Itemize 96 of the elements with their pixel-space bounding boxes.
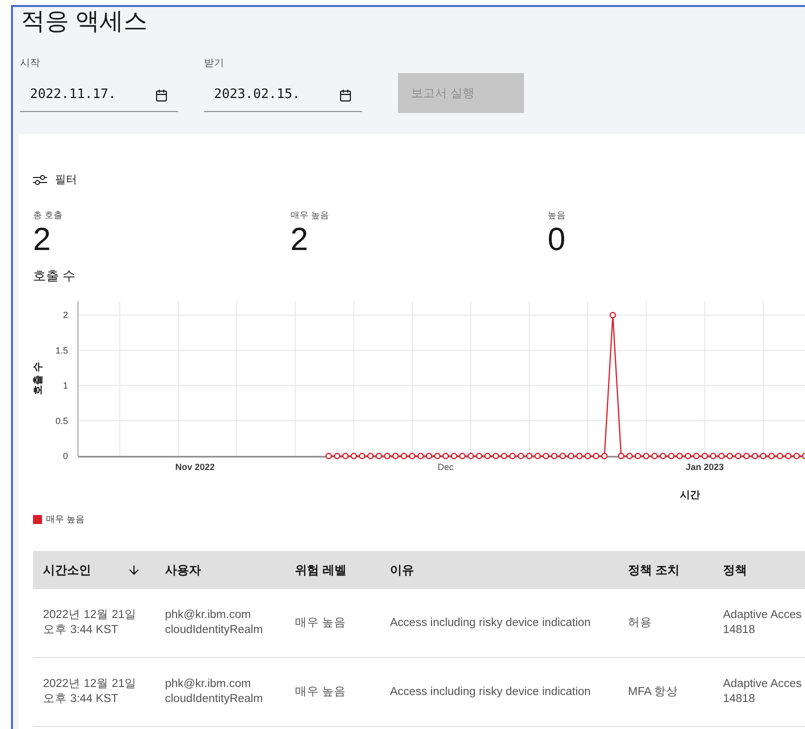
page-title: 적응 액세스 — [20, 7, 148, 36]
data-point — [643, 452, 650, 459]
data-point — [576, 452, 583, 459]
data-point — [559, 452, 566, 459]
date-field[interactable]: 2022.11.17. — [20, 79, 178, 112]
table-cell-text: Access including risky device indication — [389, 684, 592, 700]
column-header[interactable]: 위험 레벨 — [285, 561, 380, 579]
data-point — [660, 452, 666, 459]
data-point — [776, 452, 784, 459]
column-header[interactable]: 정책 — [713, 561, 803, 579]
y-axis-title: 호출 수 — [33, 362, 44, 394]
table-cell-text: 2022년 12월 21일 오후 3:44 KST — [42, 608, 138, 638]
stat-value: 2 — [290, 222, 308, 256]
data-point — [476, 452, 482, 459]
data-point — [718, 452, 725, 459]
data-point — [367, 452, 374, 459]
data-point — [342, 452, 349, 459]
data-point — [409, 452, 416, 459]
data-point — [584, 452, 591, 459]
y-tick-label: 0 — [62, 450, 68, 460]
x-tick-label: Dec — [438, 462, 454, 472]
table-cell-text: phk@kr.ibm.com cloudIdentityRealm — [164, 677, 264, 707]
table-cell-text: 매우 높음 — [294, 616, 348, 630]
filter-link[interactable]: 필터 — [55, 172, 77, 188]
data-point — [426, 452, 432, 459]
x-tick-label: Jan 2023 — [686, 462, 724, 472]
y-tick-label: 1.5 — [55, 344, 68, 355]
x-tick-label: Nov 2022 — [175, 462, 215, 472]
data-point — [534, 452, 541, 459]
data-point — [752, 452, 758, 459]
table-cell-text: Adaptive Acces 14818 — [722, 608, 803, 638]
data-point — [334, 452, 340, 459]
column-header[interactable]: 정책 조치 — [618, 561, 713, 579]
stat-label: 매우 높음 — [290, 208, 329, 222]
field-label: 시작 — [20, 57, 40, 71]
y-tick-label: 2 — [62, 310, 68, 320]
table-cell-text: 매우 높음 — [294, 684, 348, 700]
data-point — [568, 452, 574, 459]
data-point — [450, 452, 458, 459]
data-point — [592, 452, 600, 459]
field-label: 받기 — [204, 57, 224, 71]
data-point — [417, 452, 424, 459]
data-point — [676, 452, 683, 459]
legend-label: 매우 높음 — [46, 512, 85, 526]
data-point — [684, 452, 692, 459]
y-tick-label: 1 — [62, 380, 68, 390]
data-point — [542, 452, 550, 459]
date-field[interactable]: 2023.02.15. — [204, 79, 362, 112]
data-point — [651, 452, 658, 459]
column-header[interactable]: 사용자 — [155, 561, 285, 579]
y-tick-label: 0.5 — [55, 415, 68, 426]
data-point — [459, 452, 466, 459]
column-header[interactable]: 시간소인 — [33, 561, 155, 579]
data-point — [710, 452, 716, 459]
table-cell-text: MFA 항상 — [627, 684, 680, 700]
data-point — [726, 452, 733, 459]
data-point — [518, 452, 524, 459]
data-point — [551, 452, 558, 459]
data-point — [400, 452, 408, 459]
data-point — [768, 452, 775, 459]
stat-label: 총 호출 — [33, 208, 63, 222]
stat-value: 2 — [33, 222, 51, 256]
data-point — [358, 452, 366, 459]
data-point — [760, 452, 766, 459]
table-cell-text: 2022년 12월 21일 오후 3:44 KST — [42, 677, 138, 707]
data-point — [693, 452, 700, 459]
data-point — [618, 452, 624, 459]
table-cell-text: phk@kr.ibm.com cloudIdentityRealm — [164, 608, 264, 638]
data-point — [484, 452, 491, 459]
data-point — [325, 452, 332, 459]
stat-label: 높음 — [548, 208, 566, 222]
data-point — [392, 452, 399, 459]
data-point — [626, 452, 633, 459]
data-point — [350, 452, 357, 459]
column-header[interactable]: 이유 — [380, 561, 618, 579]
data-point — [734, 452, 742, 459]
data-point — [668, 452, 674, 459]
data-point — [634, 452, 642, 459]
data-point — [743, 452, 750, 459]
data-point — [468, 452, 474, 459]
calendar-icon[interactable] — [339, 88, 352, 102]
x-axis-title: 시간 — [680, 490, 700, 500]
table-cell-text: 허용 — [627, 616, 653, 630]
data-point — [601, 452, 608, 459]
calendar-icon[interactable] — [155, 88, 168, 102]
data-point — [610, 311, 616, 318]
table-cell-text: Adaptive Acces 14818 — [722, 677, 803, 707]
table-cell-text: Access including risky device indication — [389, 616, 592, 630]
stat-value: 0 — [548, 222, 566, 256]
data-point — [509, 452, 516, 459]
data-point — [702, 452, 708, 459]
chart-title: 호출 수 — [33, 267, 76, 285]
filter-icon[interactable] — [33, 175, 47, 186]
sort-arrow-icon[interactable] — [127, 563, 141, 577]
data-point — [785, 452, 792, 459]
data-point — [526, 452, 532, 459]
